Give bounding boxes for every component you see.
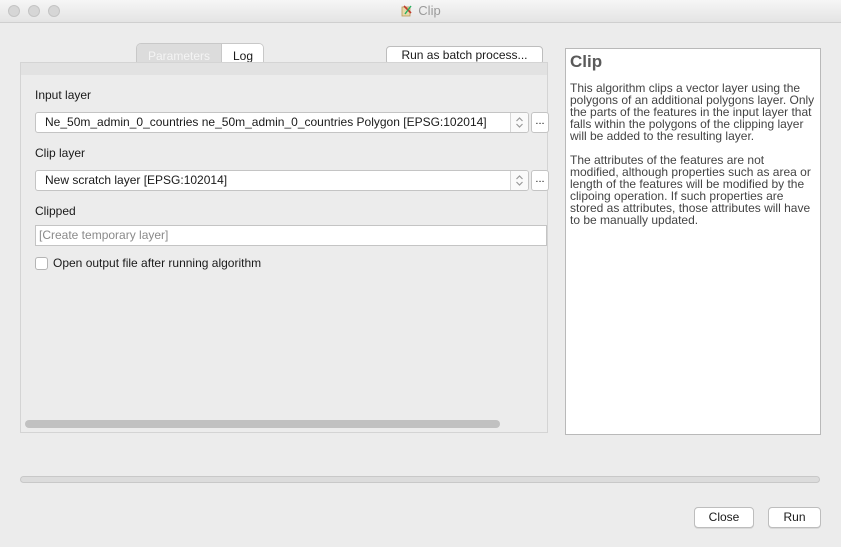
clip-dialog: Clip Parameters Log Run as batch process… (0, 0, 841, 547)
input-layer-browse-button[interactable]: ... (531, 112, 549, 133)
qgis-clip-icon (400, 3, 414, 17)
clip-layer-value: New scratch layer [EPSG:102014] (45, 173, 228, 187)
updown-chevron-icon (510, 113, 528, 132)
progress-bar (20, 476, 820, 483)
input-layer-value: Ne_50m_admin_0_countries ne_50m_admin_0_… (45, 115, 487, 129)
window-title-area: Clip (0, 0, 841, 22)
clipped-output-input[interactable]: [Create temporary layer] (35, 225, 547, 246)
horizontal-scrollbar[interactable] (25, 420, 500, 428)
input-layer-label: Input layer (35, 88, 92, 102)
close-button[interactable]: Close (694, 507, 754, 528)
input-layer-combobox[interactable]: Ne_50m_admin_0_countries ne_50m_admin_0_… (35, 112, 529, 133)
updown-chevron-icon (510, 171, 528, 190)
clipped-label: Clipped (35, 204, 76, 218)
open-output-label: Open output file after running algorithm (53, 256, 262, 270)
window-title: Clip (418, 3, 441, 18)
clip-layer-label: Clip layer (35, 146, 86, 160)
title-bar: Clip (0, 0, 841, 23)
help-title: Clip (570, 52, 603, 71)
open-output-checkbox[interactable] (35, 257, 48, 270)
help-paragraph: The attributes of the features are not m… (570, 153, 811, 227)
help-panel: Clip This algorithm clips a vector layer… (565, 48, 821, 435)
run-button[interactable]: Run (768, 507, 821, 528)
parameters-panel: Input layer Ne_50m_admin_0_countries ne_… (20, 62, 549, 433)
panel-header-strip (21, 63, 547, 75)
clip-layer-browse-button[interactable]: ... (531, 170, 549, 191)
clip-layer-combobox[interactable]: New scratch layer [EPSG:102014] (35, 170, 529, 191)
help-paragraph: This algorithm clips a vector layer usin… (570, 81, 815, 143)
